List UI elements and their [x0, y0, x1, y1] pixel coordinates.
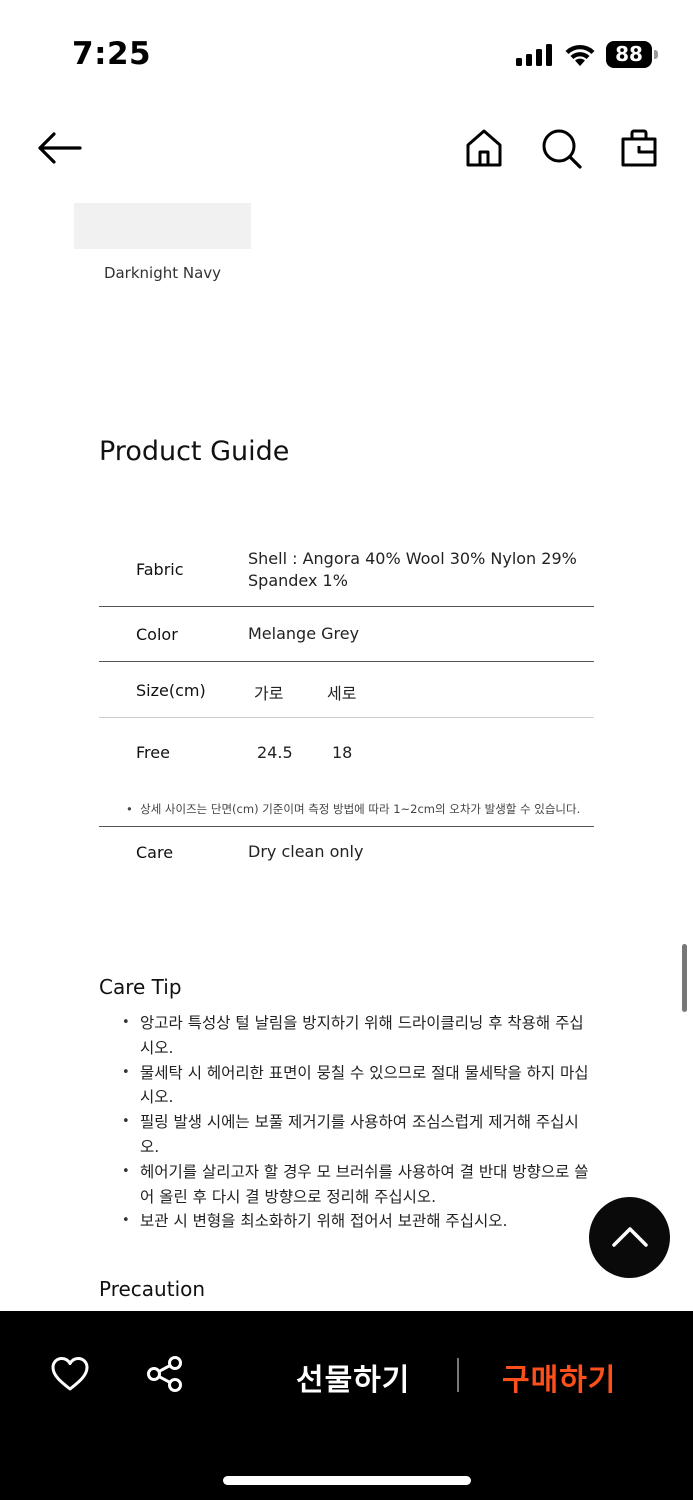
table-divider	[99, 717, 594, 718]
care-tip-list: 앙고라 특성상 털 날림을 방지하기 위해 드라이클리닝 후 착용해 주십시오.…	[122, 1011, 592, 1234]
size-header-height: 세로	[327, 684, 357, 703]
cellular-signal-icon	[516, 44, 552, 66]
search-icon	[542, 129, 582, 169]
gift-button[interactable]: 선물하기	[296, 1355, 410, 1399]
heart-icon	[51, 1357, 89, 1391]
table-divider	[99, 826, 594, 827]
wishlist-button[interactable]	[51, 1356, 89, 1396]
care-tip-item: 물세탁 시 헤어리한 표면이 뭉칠 수 있으므로 절대 물세탁을 하지 마십시오…	[122, 1061, 592, 1111]
status-bar: 7:25 88	[0, 0, 693, 100]
chevron-up-icon	[612, 1227, 648, 1247]
table-divider	[99, 606, 594, 607]
care-tip-item: 보관 시 변형을 최소화하기 위해 접어서 보관해 주십시오.	[122, 1209, 592, 1234]
status-time: 7:25	[72, 36, 152, 72]
bottom-action-bar	[0, 1311, 693, 1500]
size-note-text: 상세 사이즈는 단면(cm) 기준이며 측정 방법에 따라 1~2cm의 오차가…	[140, 802, 581, 816]
cart-button[interactable]	[620, 128, 658, 168]
care-tip-item: 헤어기를 살리고자 할 경우 모 브러쉬를 사용하여 결 반대 방향으로 쓸어 …	[122, 1160, 592, 1210]
free-size-label: Free	[136, 743, 170, 762]
share-icon	[147, 1356, 182, 1392]
wifi-icon	[565, 44, 595, 66]
color-swatch-label: Darknight Navy	[103, 264, 222, 282]
shopping-bag-icon	[621, 129, 657, 167]
precaution-title: Precaution	[99, 1277, 206, 1301]
table-divider	[99, 661, 594, 662]
color-swatch[interactable]	[74, 203, 251, 249]
home-indicator[interactable]	[223, 1476, 471, 1485]
size-header-width: 가로	[254, 684, 284, 703]
bottom-bar-divider	[457, 1358, 459, 1392]
product-guide-title: Product Guide	[99, 436, 290, 467]
color-value: Melange Grey	[248, 624, 360, 643]
scroll-indicator[interactable]	[682, 944, 687, 1012]
battery-level: 88	[615, 42, 643, 66]
scroll-to-top-button[interactable]	[589, 1197, 670, 1278]
search-button[interactable]	[541, 128, 583, 170]
care-value: Dry clean only	[248, 842, 364, 861]
battery-tip	[654, 50, 658, 59]
fabric-value-line2: Spandex 1%	[248, 571, 348, 590]
size-label: Size(cm)	[136, 681, 206, 700]
fabric-value: Shell : Angora 40% Wool 30% Nylon 29% Sp…	[248, 548, 577, 592]
back-button[interactable]	[36, 130, 82, 166]
size-note: • 상세 사이즈는 단면(cm) 기준이며 측정 방법에 따라 1~2cm의 오…	[126, 802, 581, 816]
home-button[interactable]	[465, 128, 503, 168]
fabric-value-line1: Shell : Angora 40% Wool 30% Nylon 29%	[248, 549, 577, 568]
free-size-height: 18	[332, 743, 353, 762]
battery-indicator: 88	[606, 41, 658, 68]
fabric-label: Fabric	[136, 560, 184, 579]
care-tip-title: Care Tip	[99, 975, 182, 999]
home-icon	[466, 129, 502, 167]
buy-button[interactable]: 구매하기	[502, 1355, 616, 1399]
share-button[interactable]	[146, 1355, 184, 1397]
arrow-left-icon	[38, 132, 82, 164]
care-label: Care	[136, 843, 174, 862]
care-tip-item: 필링 발생 시에는 보풀 제거기를 사용하여 조심스럽게 제거해 주십시오.	[122, 1110, 592, 1160]
care-tip-item: 앙고라 특성상 털 날림을 방지하기 위해 드라이클리닝 후 착용해 주십시오.	[122, 1011, 592, 1061]
free-size-width: 24.5	[257, 743, 293, 762]
color-label: Color	[136, 625, 178, 644]
